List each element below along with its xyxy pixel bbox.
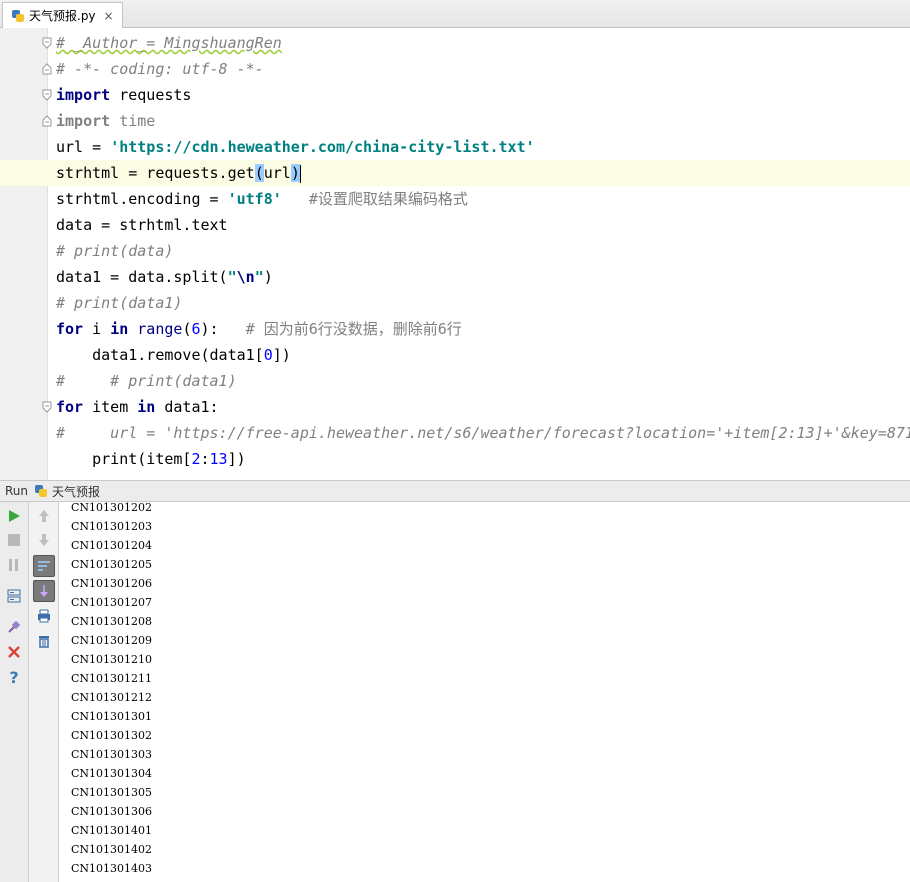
file-tab[interactable]: 天气预报.py × bbox=[2, 2, 123, 28]
console-line: CN101301208 bbox=[71, 615, 153, 628]
rerun-icon[interactable] bbox=[3, 505, 25, 527]
code-line-5: url = 'https://cdn.heweather.com/china-c… bbox=[56, 138, 535, 156]
console-line: CN101301306 bbox=[71, 805, 153, 818]
python-file-icon bbox=[11, 9, 25, 23]
text-caret bbox=[299, 164, 301, 183]
code-line-17: print(item[2:13]) bbox=[56, 450, 246, 468]
fold-end-icon[interactable] bbox=[42, 63, 52, 75]
console-line: CN101301402 bbox=[71, 843, 153, 856]
scroll-to-end-icon[interactable] bbox=[33, 580, 55, 602]
console-line: CN101301211 bbox=[71, 672, 153, 685]
code-line-3: import requests bbox=[56, 86, 192, 104]
code-line-2: # -*- coding: utf-8 -*- bbox=[56, 60, 264, 78]
run-toolbar-secondary bbox=[29, 502, 59, 882]
code-line-13: data1.remove(data1[0]) bbox=[56, 346, 291, 364]
console-line: CN101301207 bbox=[71, 596, 153, 609]
fold-start-icon[interactable] bbox=[42, 37, 52, 49]
close-tab-icon[interactable]: × bbox=[104, 9, 114, 23]
fold-start-icon[interactable] bbox=[42, 89, 52, 101]
code-line-11: # print(data1) bbox=[56, 294, 183, 312]
code-line-10: data1 = data.split("\n") bbox=[56, 268, 273, 286]
code-line-12: for i in range(6): # 因为前6行没数据，删除前6行 bbox=[56, 320, 462, 338]
console-line: CN101301205 bbox=[71, 558, 153, 571]
code-line-16: # url = 'https://free-api.heweather.net/… bbox=[56, 424, 910, 442]
pin-tab-icon[interactable] bbox=[3, 616, 25, 638]
code-line-7: strhtml.encoding = 'utf8' #设置爬取结果编码格式 bbox=[56, 190, 468, 208]
console-line: CN101301209 bbox=[71, 634, 153, 647]
editor-gutter bbox=[0, 28, 48, 480]
print-icon[interactable] bbox=[33, 605, 55, 627]
python-run-config-icon bbox=[34, 484, 48, 498]
run-label: Run bbox=[5, 484, 29, 498]
code-line-8: data = strhtml.text bbox=[56, 216, 228, 234]
stop-icon[interactable] bbox=[3, 529, 25, 551]
code-line-14: # # print(data1) bbox=[56, 372, 237, 390]
soft-wrap-icon[interactable] bbox=[33, 555, 55, 577]
code-line-4: import time bbox=[56, 112, 156, 130]
up-arrow-icon[interactable] bbox=[33, 505, 55, 527]
run-panel-header: Run 天气预报 bbox=[0, 480, 910, 502]
down-arrow-icon[interactable] bbox=[33, 529, 55, 551]
console-line: CN101301302 bbox=[71, 729, 153, 742]
code-editor[interactable]: # _Author_= MingshuangRen # -*- coding: … bbox=[0, 28, 910, 480]
clear-all-icon[interactable] bbox=[33, 630, 55, 652]
restore-layout-icon[interactable] bbox=[3, 585, 25, 607]
code-line-15: for item in data1: bbox=[56, 398, 219, 416]
console-line: CN101301210 bbox=[71, 653, 153, 666]
console-line: CN101301203 bbox=[71, 520, 153, 533]
run-config-name[interactable]: 天气预报 bbox=[52, 483, 100, 500]
code-line-9: # print(data) bbox=[56, 242, 174, 260]
fold-end-icon[interactable] bbox=[42, 115, 52, 127]
console-line: CN101301202 bbox=[71, 502, 153, 514]
console-line: CN101301206 bbox=[71, 577, 153, 590]
console-line: CN101301305 bbox=[71, 786, 153, 799]
file-tab-label: 天气预报.py bbox=[29, 9, 96, 23]
console-line: CN101301403 bbox=[71, 862, 153, 875]
pause-icon[interactable] bbox=[3, 554, 25, 576]
console-output[interactable]: CN101301202 CN101301203 CN101301204 CN10… bbox=[59, 502, 910, 882]
code-line-6: strhtml = requests.get(url) bbox=[56, 164, 301, 183]
console-line: CN101301303 bbox=[71, 748, 153, 761]
run-toolbar-primary: ? bbox=[0, 502, 29, 882]
fold-start-icon[interactable] bbox=[42, 401, 52, 413]
code-line-1: # _Author_= MingshuangRen bbox=[56, 34, 282, 52]
editor-tab-bar: 天气预报.py × bbox=[0, 0, 910, 28]
console-line: CN101301212 bbox=[71, 691, 153, 704]
console-line: CN101301304 bbox=[71, 767, 153, 780]
console-line: CN101301301 bbox=[71, 710, 153, 723]
console-line: CN101301401 bbox=[71, 824, 153, 837]
console-line: CN101301204 bbox=[71, 539, 153, 552]
close-run-icon[interactable] bbox=[3, 641, 25, 663]
help-icon[interactable]: ? bbox=[3, 666, 25, 688]
